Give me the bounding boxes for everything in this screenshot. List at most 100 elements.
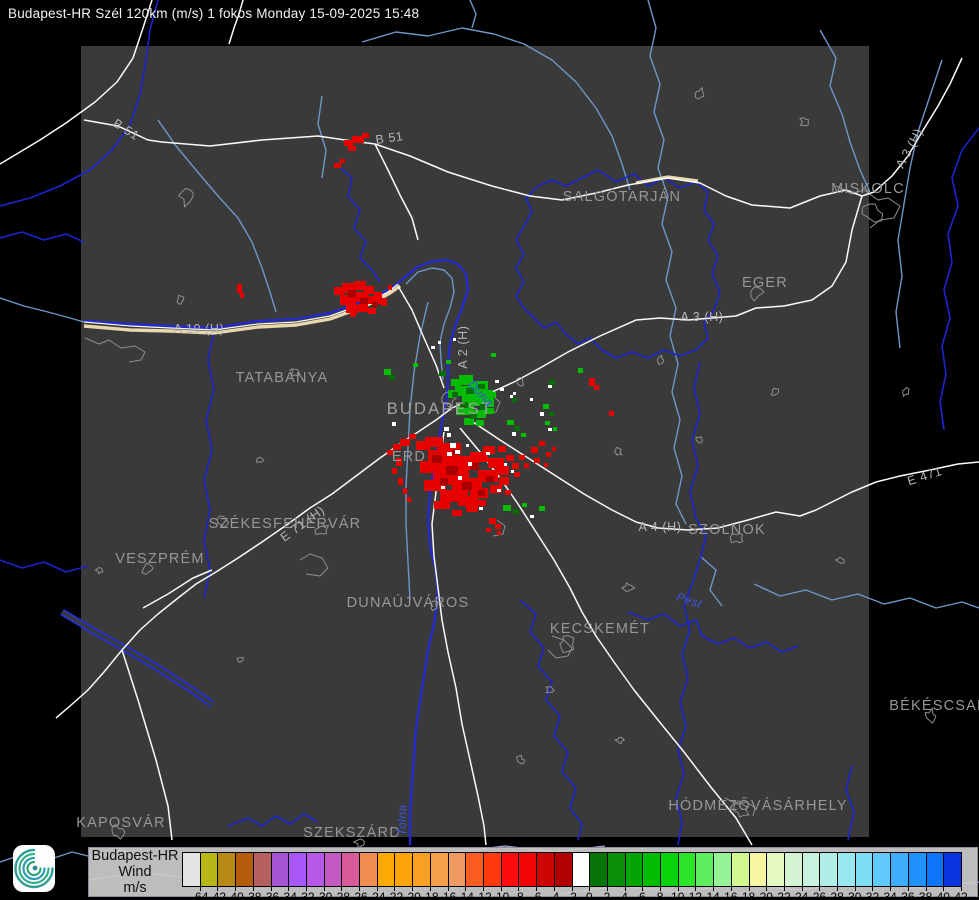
- legend-color-box: [288, 852, 307, 887]
- legend-tick-label: -10: [492, 890, 510, 900]
- legend-tick-label: -32: [297, 890, 315, 900]
- legend-color-box: [783, 852, 803, 887]
- echo-bin: [478, 490, 485, 496]
- legend-color-box: [872, 852, 892, 887]
- legend-color-box: [447, 852, 467, 887]
- echo-bin: [441, 486, 445, 489]
- echo-bin: [440, 478, 448, 485]
- legend-tick-label: 32: [865, 890, 880, 900]
- road-label-a-10-h: A 10 (H): [174, 322, 225, 336]
- legend-tick-label: 10: [671, 890, 685, 900]
- legend-tick-label: -6: [530, 890, 542, 900]
- legend-tick-label: -24: [368, 890, 386, 900]
- echo-bin: [491, 353, 496, 357]
- echo-bin: [476, 420, 484, 426]
- legend-color-box: [359, 852, 378, 887]
- legend-color-box: [305, 852, 325, 887]
- echo-bin: [468, 462, 472, 466]
- legend-tick-label: -4: [548, 890, 560, 900]
- echo-bin: [237, 284, 242, 293]
- legend-tick-label: -34: [279, 890, 297, 900]
- echo-bin: [578, 368, 583, 373]
- legend-bar: Budapest-HR Wind m/s -64 -42 -40 -38 -36 -34-…: [0, 837, 979, 900]
- legend-tick-label: 38: [918, 890, 933, 900]
- city-label-h-dmez-v-s-rhely: HÓDMEZŐVÁSÁRHELY: [668, 797, 847, 814]
- echo-bin: [486, 452, 490, 455]
- city-label-kaposv-r: KAPOSVÁR: [76, 814, 165, 831]
- legend-unit-label: m/s: [123, 880, 147, 897]
- echo-bin: [381, 298, 387, 306]
- echo-bin: [524, 463, 529, 468]
- legend-tick-label: 22: [777, 890, 791, 900]
- echo-bin: [434, 501, 450, 509]
- echo-bin: [511, 470, 514, 473]
- echo-bin: [346, 305, 358, 313]
- echo-bin: [360, 298, 368, 304]
- echo-bin: [413, 363, 418, 367]
- echo-bin: [534, 458, 540, 463]
- echo-bin: [531, 447, 538, 453]
- echo-bin: [489, 518, 496, 524]
- echo-bin: [464, 418, 474, 425]
- legend-color-box: [642, 852, 662, 887]
- map-canvas: SALGÓTARJÁN MISKOLC EGER TATABÁNYA BUDAPEST E…: [0, 0, 979, 900]
- echo-bin: [240, 293, 244, 298]
- legend-tick-label: -22: [385, 890, 404, 900]
- echo-bin: [350, 313, 356, 317]
- echo-bin: [447, 452, 452, 456]
- echo-bin: [407, 497, 411, 502]
- legend-tick-label: -18: [421, 890, 439, 900]
- legend-color-box: [536, 852, 555, 887]
- legend-tick-label: -36: [261, 890, 280, 900]
- echo-bin: [503, 505, 511, 511]
- legend-tick-label: -38: [244, 890, 262, 900]
- echo-bin: [452, 510, 462, 516]
- echo-bin: [455, 450, 460, 454]
- legend-tick-label: 6: [638, 890, 646, 900]
- city-label-szolnok: SZOLNOK: [688, 522, 766, 538]
- echo-bin: [609, 411, 614, 416]
- legend-color-box: [235, 852, 254, 887]
- echo-bin: [549, 412, 554, 416]
- echo-bin: [462, 482, 472, 490]
- echo-bin: [334, 163, 341, 168]
- road-label-a-2-h: A 2 (H): [456, 325, 470, 368]
- echo-bin: [388, 285, 392, 290]
- legend-color-box: [270, 852, 290, 887]
- echo-bin: [539, 441, 545, 446]
- echo-bin: [513, 392, 516, 395]
- echo-bin: [389, 375, 395, 380]
- legend-color-box: [766, 852, 785, 887]
- legend-tick-label: 34: [883, 890, 897, 900]
- echo-bin: [447, 433, 451, 437]
- echo-bin: [444, 427, 449, 431]
- legend-tick-label: -40: [226, 890, 244, 900]
- legend-color-box: [571, 852, 591, 887]
- legend-color-box: [748, 852, 768, 887]
- echo-bin: [495, 466, 509, 475]
- echo-bin: [348, 290, 356, 297]
- radar-coverage-area: [81, 46, 869, 837]
- legend-tick-label: 18: [741, 890, 756, 900]
- city-label-eger: EGER: [742, 275, 788, 291]
- legend-tick-label: -14: [456, 890, 474, 900]
- legend-color-box: [553, 852, 573, 887]
- legend-tick-label: -8: [513, 890, 524, 900]
- product-title: Budapest-HR Szél 120km (m/s) 1 fokos Mon…: [8, 6, 420, 21]
- legend-color-box: [482, 852, 502, 887]
- legend-color-box: [323, 852, 343, 887]
- legend-color-box: [801, 852, 821, 887]
- legend-color-box: [854, 852, 874, 887]
- echo-bin: [362, 133, 369, 138]
- legend-panel: Budapest-HR Wind m/s -64 -42 -40 -38 -36 -34-…: [88, 847, 978, 900]
- legend-color-box: [925, 852, 945, 887]
- legend-tick-label: 20: [759, 890, 773, 900]
- echo-bin: [486, 476, 494, 482]
- legend-color-box: [837, 852, 856, 887]
- echo-bin: [446, 466, 458, 475]
- echo-bin: [512, 463, 519, 469]
- echo-bin: [504, 463, 507, 466]
- echo-bin: [384, 369, 391, 375]
- echo-bin: [497, 531, 501, 535]
- echo-bin: [344, 140, 353, 146]
